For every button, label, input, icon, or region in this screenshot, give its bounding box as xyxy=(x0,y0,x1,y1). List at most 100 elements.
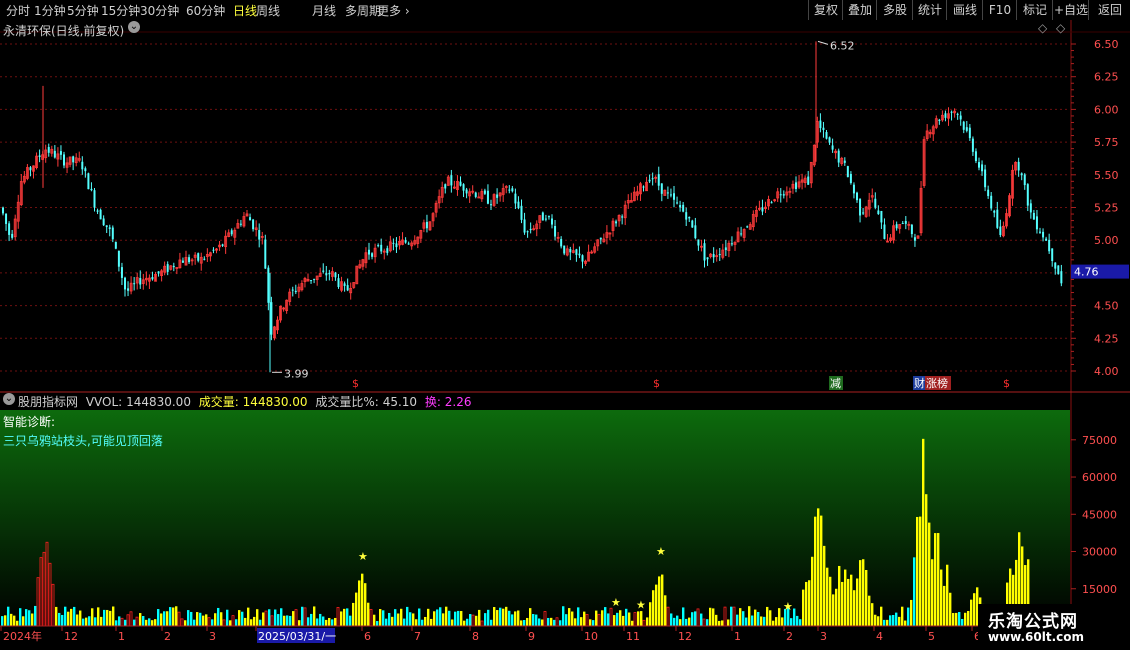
volume-bar xyxy=(409,612,412,626)
candle-body xyxy=(828,137,831,143)
volume-bar xyxy=(889,615,892,626)
volume-bar xyxy=(67,611,70,626)
volume-bar xyxy=(595,610,598,626)
volume-bar xyxy=(622,615,625,626)
volume-bar xyxy=(589,619,592,626)
period-tab-3[interactable]: 15分钟 xyxy=(101,2,140,19)
volume-bar xyxy=(853,590,856,626)
watermark-url: www.60lt.com xyxy=(988,630,1085,644)
action-button-7[interactable]: +自选 xyxy=(1052,0,1089,20)
volume-bar xyxy=(943,585,946,626)
candle-body xyxy=(322,270,325,272)
period-tab-5[interactable]: 60分钟 xyxy=(186,2,225,19)
x-axis-label: 2 xyxy=(164,630,171,643)
volume-bar xyxy=(898,616,901,626)
volume-bar xyxy=(730,606,733,626)
action-button-2[interactable]: 多股 xyxy=(876,0,913,20)
period-tab-0[interactable]: 分时 xyxy=(6,2,30,19)
price-tick-label: 4.25 xyxy=(1094,332,1119,345)
action-button-3[interactable]: 统计 xyxy=(912,0,947,20)
volume-bar xyxy=(640,611,643,626)
volume-bar xyxy=(460,611,463,626)
volume-bar xyxy=(211,619,214,626)
volume-bar xyxy=(274,609,277,626)
volume-bar xyxy=(412,613,415,626)
volume-bar xyxy=(688,617,691,626)
diamond-icon[interactable]: ◇ xyxy=(1038,21,1047,35)
stock-chart-canvas[interactable]: 6.506.256.005.755.505.255.004.754.504.25… xyxy=(0,20,1130,650)
action-button-4[interactable]: 画线 xyxy=(946,0,983,20)
candle-body xyxy=(877,210,880,215)
vol-value: 144830.00 xyxy=(126,395,191,409)
volume-bar xyxy=(964,612,967,626)
volume-bar xyxy=(79,610,82,626)
period-tab-9[interactable]: 多周期 xyxy=(345,2,381,19)
volume-bar xyxy=(226,609,229,626)
volume-bar xyxy=(748,606,751,626)
x-axis-label: 10 xyxy=(584,630,598,643)
chevron-down-icon[interactable]: ⌄ xyxy=(3,393,15,405)
candle-body xyxy=(581,255,584,262)
period-tab-1[interactable]: 1分钟 xyxy=(34,2,66,19)
volume-bar xyxy=(388,612,391,626)
volume-bar xyxy=(919,516,922,626)
candle-body xyxy=(63,154,65,166)
period-tab-10[interactable]: 更多 › xyxy=(377,2,410,19)
candle-body xyxy=(230,230,233,235)
volume-bar xyxy=(778,608,781,626)
volume-bar xyxy=(148,618,151,626)
action-button-0[interactable]: 复权 xyxy=(808,0,843,20)
candle-body xyxy=(212,249,215,251)
watermark: 乐淘公式网 www.60lt.com xyxy=(978,604,1130,650)
candle-body xyxy=(1057,265,1060,275)
chevron-down-icon[interactable]: ⌄ xyxy=(128,21,140,33)
indicator-name: 股朋指标网 xyxy=(18,395,79,409)
volume-bar xyxy=(781,617,784,626)
volume-bar xyxy=(718,620,721,626)
volume-bar xyxy=(583,611,586,626)
volume-bar xyxy=(109,610,112,626)
candle-body xyxy=(181,260,184,263)
volume-bar xyxy=(706,619,709,626)
action-button-6[interactable]: 标记 xyxy=(1016,0,1053,20)
amount-label: 成交量: xyxy=(198,395,239,409)
volume-bar xyxy=(793,608,796,626)
volume-bar xyxy=(415,619,418,626)
candle-body xyxy=(108,227,111,229)
period-tab-4[interactable]: 30分钟 xyxy=(140,2,179,19)
action-button-8[interactable]: 返回 xyxy=(1088,0,1130,20)
candle-body xyxy=(11,233,14,238)
candle-body xyxy=(127,288,130,291)
volume-bar xyxy=(385,618,388,626)
candle-body xyxy=(682,204,685,212)
volume-bar xyxy=(907,607,910,626)
volume-bar xyxy=(511,614,514,626)
action-button-1[interactable]: 叠加 xyxy=(842,0,877,20)
candle-body xyxy=(310,280,313,282)
volume-bar xyxy=(175,606,178,626)
volume-bar xyxy=(253,616,256,626)
candle-body xyxy=(965,127,968,131)
volume-bar xyxy=(289,615,292,626)
period-tab-2[interactable]: 5分钟 xyxy=(67,2,99,19)
period-tab-8[interactable]: 月线 xyxy=(312,2,336,19)
candle-body xyxy=(660,183,663,194)
candle-body xyxy=(53,150,56,158)
volume-bar xyxy=(229,620,232,626)
candle-body xyxy=(666,192,669,194)
period-tab-7[interactable]: 周线 xyxy=(256,2,280,19)
candle-body xyxy=(956,113,959,115)
volume-bar xyxy=(205,614,208,626)
candle-body xyxy=(462,184,465,191)
action-button-5[interactable]: F10 xyxy=(982,0,1017,20)
candle-body xyxy=(99,209,102,220)
candle-body xyxy=(486,190,489,204)
volume-bar xyxy=(868,595,871,626)
volume-bar xyxy=(799,619,802,626)
period-tab-6[interactable]: 日线 xyxy=(233,2,257,19)
collapse-icon[interactable]: ◇ xyxy=(1056,21,1065,35)
volume-bar xyxy=(193,619,196,626)
candle-body xyxy=(1060,271,1063,284)
volume-bar xyxy=(430,618,433,626)
volume-bar xyxy=(286,615,289,626)
